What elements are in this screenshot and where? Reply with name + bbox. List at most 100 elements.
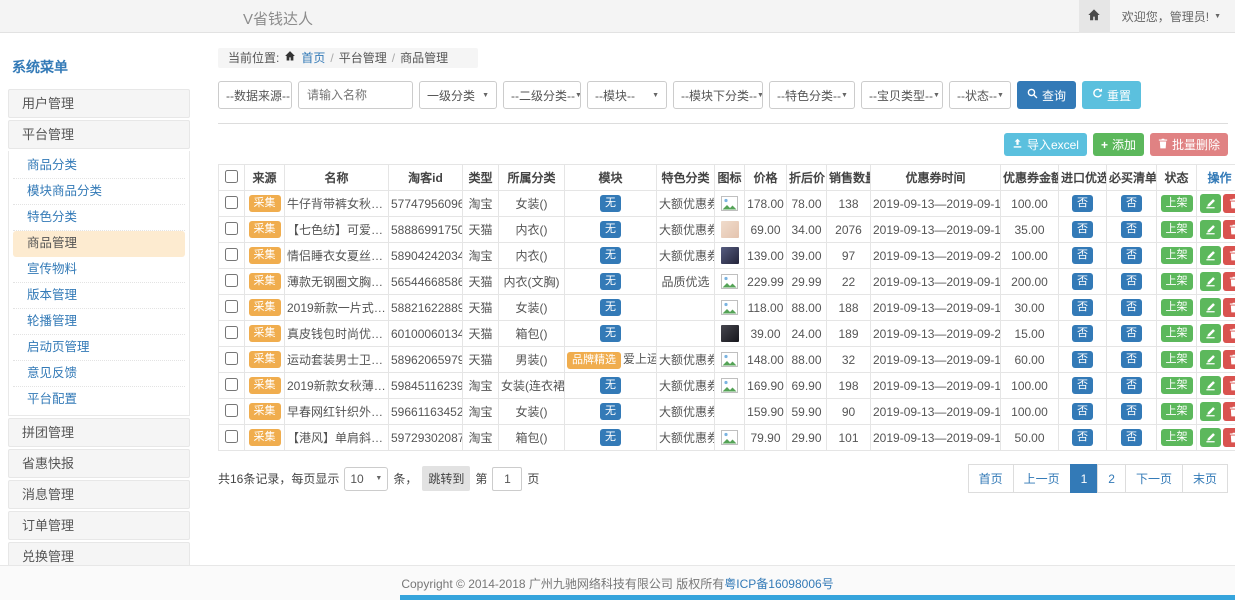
row-checkbox[interactable] bbox=[225, 274, 238, 287]
icp-link[interactable]: 粤ICP备16098006号 bbox=[724, 575, 833, 592]
edit-button[interactable] bbox=[1200, 272, 1221, 291]
row-checkbox[interactable] bbox=[225, 326, 238, 339]
import-excel-button[interactable]: 导入excel bbox=[1004, 133, 1087, 156]
delete-button[interactable] bbox=[1223, 194, 1235, 213]
imported-badge[interactable]: 否 bbox=[1072, 195, 1093, 211]
filter-second-category-select[interactable]: --二级分类--▼ bbox=[503, 81, 581, 109]
query-button[interactable]: 查询 bbox=[1017, 81, 1076, 109]
filter-item-type-select[interactable]: --宝贝类型--▼ bbox=[861, 81, 943, 109]
edit-button[interactable] bbox=[1200, 428, 1221, 447]
sidebar-item-platform-config[interactable]: 平台配置 bbox=[13, 387, 185, 413]
must-buy-badge[interactable]: 否 bbox=[1121, 377, 1142, 393]
delete-button[interactable] bbox=[1223, 428, 1235, 447]
delete-button[interactable] bbox=[1223, 272, 1235, 291]
imported-badge[interactable]: 否 bbox=[1072, 273, 1093, 289]
sidebar-item-promo-materials[interactable]: 宣传物料 bbox=[13, 257, 185, 283]
delete-button[interactable] bbox=[1223, 376, 1235, 395]
must-buy-badge[interactable]: 否 bbox=[1121, 273, 1142, 289]
status-badge[interactable]: 上架 bbox=[1161, 403, 1193, 419]
imported-badge[interactable]: 否 bbox=[1072, 351, 1093, 367]
select-all-checkbox[interactable] bbox=[225, 170, 238, 183]
must-buy-badge[interactable]: 否 bbox=[1121, 325, 1142, 341]
status-badge[interactable]: 上架 bbox=[1161, 273, 1193, 289]
status-badge[interactable]: 上架 bbox=[1161, 195, 1193, 211]
sidebar-item-carousel-management[interactable]: 轮播管理 bbox=[13, 309, 185, 335]
delete-button[interactable] bbox=[1223, 324, 1235, 343]
edit-button[interactable] bbox=[1200, 350, 1221, 369]
row-checkbox[interactable] bbox=[225, 196, 238, 209]
pager-first[interactable]: 首页 bbox=[968, 464, 1014, 493]
pager-next[interactable]: 下一页 bbox=[1125, 464, 1183, 493]
delete-button[interactable] bbox=[1223, 298, 1235, 317]
edit-button[interactable] bbox=[1200, 220, 1221, 239]
imported-badge[interactable]: 否 bbox=[1072, 403, 1093, 419]
add-button[interactable]: + 添加 bbox=[1093, 133, 1144, 156]
sidebar-item-goods-management[interactable]: 商品管理 bbox=[13, 231, 185, 257]
status-badge[interactable]: 上架 bbox=[1161, 299, 1193, 315]
row-checkbox[interactable] bbox=[225, 222, 238, 235]
status-badge[interactable]: 上架 bbox=[1161, 221, 1193, 237]
pager-page-1[interactable]: 1 bbox=[1070, 464, 1099, 493]
sidebar-item-version-management[interactable]: 版本管理 bbox=[13, 283, 185, 309]
imported-badge[interactable]: 否 bbox=[1072, 377, 1093, 393]
imported-badge[interactable]: 否 bbox=[1072, 325, 1093, 341]
pager-page-2[interactable]: 2 bbox=[1097, 464, 1126, 493]
row-checkbox[interactable] bbox=[225, 404, 238, 417]
name-search-input[interactable] bbox=[298, 81, 413, 109]
row-checkbox[interactable] bbox=[225, 352, 238, 365]
delete-button[interactable] bbox=[1223, 246, 1235, 265]
status-badge[interactable]: 上架 bbox=[1161, 429, 1193, 445]
imported-badge[interactable]: 否 bbox=[1072, 429, 1093, 445]
row-checkbox[interactable] bbox=[225, 300, 238, 313]
filter-feature-category-select[interactable]: --特色分类--▼ bbox=[769, 81, 855, 109]
must-buy-badge[interactable]: 否 bbox=[1121, 351, 1142, 367]
row-checkbox[interactable] bbox=[225, 430, 238, 443]
sidebar-item-goods-category[interactable]: 商品分类 bbox=[13, 153, 185, 179]
filter-status-select[interactable]: --状态--▼ bbox=[949, 81, 1011, 109]
home-button[interactable] bbox=[1079, 0, 1110, 33]
per-page-select[interactable]: 10 ▼ bbox=[344, 467, 388, 491]
sidebar-item-saving-express[interactable]: 省惠快报 bbox=[8, 449, 190, 478]
status-badge[interactable]: 上架 bbox=[1161, 247, 1193, 263]
imported-badge[interactable]: 否 bbox=[1072, 247, 1093, 263]
sidebar-item-order-management[interactable]: 订单管理 bbox=[8, 511, 190, 540]
edit-button[interactable] bbox=[1200, 246, 1221, 265]
status-badge[interactable]: 上架 bbox=[1161, 325, 1193, 341]
sidebar-item-module-goods-category[interactable]: 模块商品分类 bbox=[13, 179, 185, 205]
edit-button[interactable] bbox=[1200, 402, 1221, 421]
must-buy-badge[interactable]: 否 bbox=[1121, 221, 1142, 237]
delete-button[interactable] bbox=[1223, 350, 1235, 369]
must-buy-badge[interactable]: 否 bbox=[1121, 403, 1142, 419]
imported-badge[interactable]: 否 bbox=[1072, 299, 1093, 315]
filter-module-sub-select[interactable]: --模块下分类--▼ bbox=[673, 81, 763, 109]
must-buy-badge[interactable]: 否 bbox=[1121, 247, 1142, 263]
edit-button[interactable] bbox=[1200, 376, 1221, 395]
status-badge[interactable]: 上架 bbox=[1161, 377, 1193, 393]
filter-data-source-select[interactable]: --数据来源--▼ bbox=[218, 81, 292, 109]
pager-prev[interactable]: 上一页 bbox=[1013, 464, 1071, 493]
must-buy-badge[interactable]: 否 bbox=[1121, 195, 1142, 211]
edit-button[interactable] bbox=[1200, 298, 1221, 317]
edit-button[interactable] bbox=[1200, 324, 1221, 343]
sidebar-item-feature-category[interactable]: 特色分类 bbox=[13, 205, 185, 231]
must-buy-badge[interactable]: 否 bbox=[1121, 429, 1142, 445]
user-menu[interactable]: 欢迎您，管理员! ▼ bbox=[1110, 8, 1235, 25]
reset-button[interactable]: 重置 bbox=[1082, 81, 1141, 109]
pager-last[interactable]: 末页 bbox=[1182, 464, 1228, 493]
delete-button[interactable] bbox=[1223, 402, 1235, 421]
breadcrumb-home-link[interactable]: 首页 bbox=[301, 48, 325, 68]
must-buy-badge[interactable]: 否 bbox=[1121, 299, 1142, 315]
page-number-input[interactable] bbox=[492, 467, 522, 491]
sidebar-item-user-management[interactable]: 用户管理 bbox=[8, 89, 190, 118]
bulk-delete-button[interactable]: 批量删除 bbox=[1150, 133, 1228, 156]
row-checkbox[interactable] bbox=[225, 378, 238, 391]
sidebar-item-message-management[interactable]: 消息管理 bbox=[8, 480, 190, 509]
sidebar-item-groupbuy-management[interactable]: 拼团管理 bbox=[8, 418, 190, 447]
filter-first-category-select[interactable]: 一级分类▼ bbox=[419, 81, 497, 109]
sidebar-item-platform-management[interactable]: 平台管理 bbox=[8, 120, 190, 149]
jump-button[interactable]: 跳转到 bbox=[422, 466, 470, 491]
status-badge[interactable]: 上架 bbox=[1161, 351, 1193, 367]
edit-button[interactable] bbox=[1200, 194, 1221, 213]
sidebar-item-splash-management[interactable]: 启动页管理 bbox=[13, 335, 185, 361]
delete-button[interactable] bbox=[1223, 220, 1235, 239]
